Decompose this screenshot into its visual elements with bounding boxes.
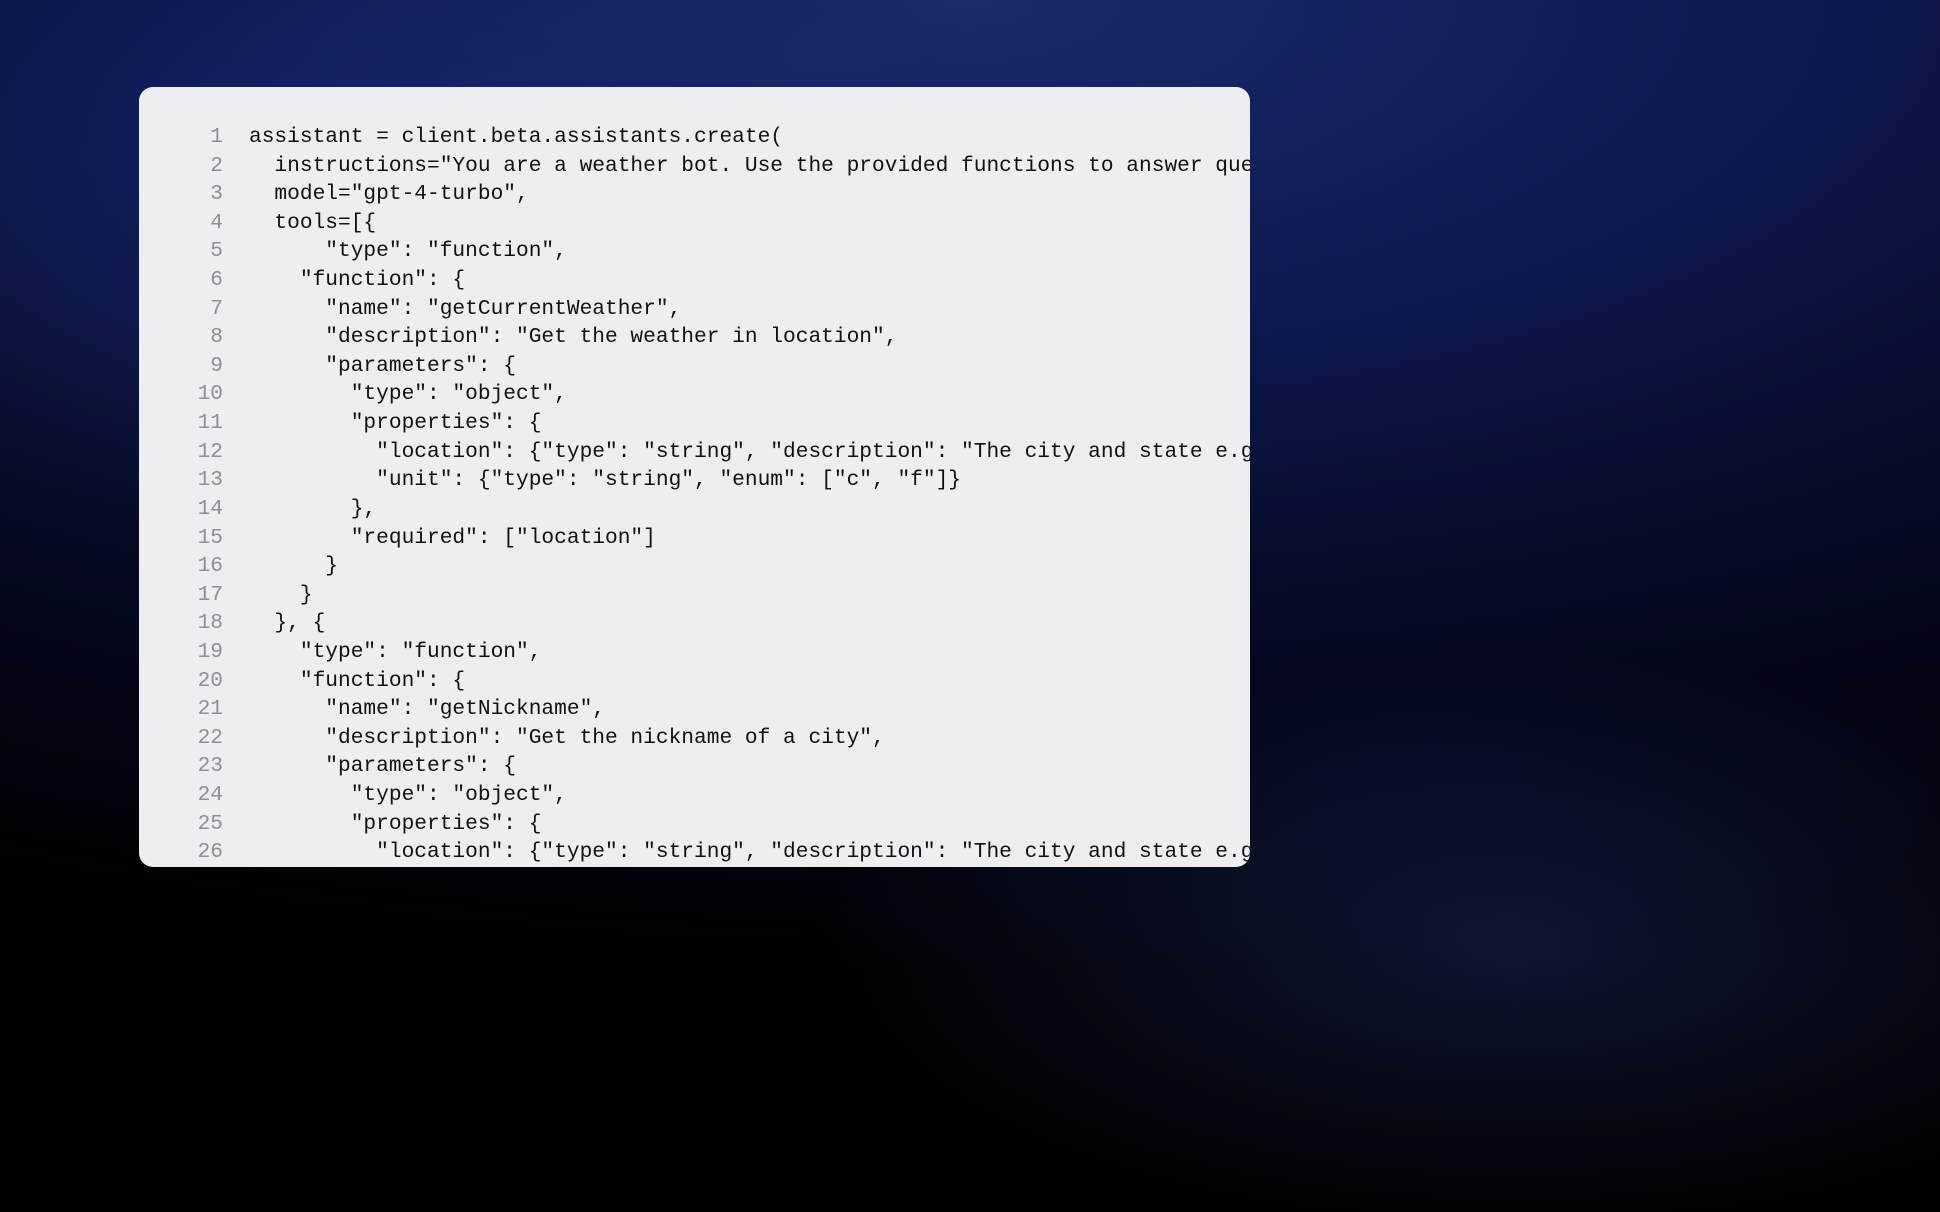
code-line: 22 "description": "Get the nickname of a… [139,724,1250,753]
code-text[interactable]: "function": { [249,667,1250,696]
code-line: 10 "type": "object", [139,380,1250,409]
code-line: 21 "name": "getNickname", [139,695,1250,724]
line-number: 26 [139,838,249,867]
code-line: 6 "function": { [139,266,1250,295]
line-number: 11 [139,409,249,438]
code-line: 1assistant = client.beta.assistants.crea… [139,123,1250,152]
line-number: 12 [139,438,249,467]
line-number: 20 [139,667,249,696]
code-text[interactable]: }, { [249,609,1250,638]
line-number: 3 [139,180,249,209]
line-number: 7 [139,295,249,324]
line-number: 4 [139,209,249,238]
line-number: 8 [139,323,249,352]
code-text[interactable]: "required": ["location"] [249,524,1250,553]
line-number: 22 [139,724,249,753]
code-line: 12 "location": {"type": "string", "descr… [139,438,1250,467]
line-number: 23 [139,752,249,781]
code-text[interactable]: "location": {"type": "string", "descript… [249,438,1250,467]
code-text[interactable]: "name": "getNickname", [249,695,1250,724]
code-line: 17 } [139,581,1250,610]
code-text[interactable]: assistant = client.beta.assistants.creat… [249,123,1250,152]
code-line: 20 "function": { [139,667,1250,696]
line-number: 10 [139,380,249,409]
line-number: 17 [139,581,249,610]
code-line: 4 tools=[{ [139,209,1250,238]
code-text[interactable]: }, [249,495,1250,524]
code-line: 24 "type": "object", [139,781,1250,810]
code-line: 16 } [139,552,1250,581]
code-text[interactable]: } [249,552,1250,581]
code-line: 3 model="gpt-4-turbo", [139,180,1250,209]
code-line: 26 "location": {"type": "string", "descr… [139,838,1250,867]
code-line: 25 "properties": { [139,810,1250,839]
line-number: 14 [139,495,249,524]
code-text[interactable]: "location": {"type": "string", "descript… [249,838,1250,867]
line-number: 6 [139,266,249,295]
code-line: 2 instructions="You are a weather bot. U… [139,152,1250,181]
code-text[interactable]: tools=[{ [249,209,1250,238]
code-text[interactable]: "properties": { [249,409,1250,438]
code-text[interactable]: "description": "Get the weather in locat… [249,323,1250,352]
code-text[interactable]: "type": "object", [249,380,1250,409]
line-number: 5 [139,237,249,266]
code-text[interactable]: "type": "object", [249,781,1250,810]
code-line: 9 "parameters": { [139,352,1250,381]
code-line: 11 "properties": { [139,409,1250,438]
code-text[interactable]: "type": "function", [249,237,1250,266]
code-text[interactable]: } [249,581,1250,610]
code-card: 1assistant = client.beta.assistants.crea… [139,87,1250,867]
code-block[interactable]: 1assistant = client.beta.assistants.crea… [139,123,1250,867]
line-number: 21 [139,695,249,724]
code-line: 18 }, { [139,609,1250,638]
code-line: 15 "required": ["location"] [139,524,1250,553]
line-number: 1 [139,123,249,152]
code-line: 13 "unit": {"type": "string", "enum": ["… [139,466,1250,495]
code-text[interactable]: "name": "getCurrentWeather", [249,295,1250,324]
code-text[interactable]: "parameters": { [249,752,1250,781]
code-text[interactable]: "properties": { [249,810,1250,839]
code-text[interactable]: "type": "function", [249,638,1250,667]
line-number: 18 [139,609,249,638]
line-number: 9 [139,352,249,381]
line-number: 19 [139,638,249,667]
code-text[interactable]: "unit": {"type": "string", "enum": ["c",… [249,466,1250,495]
code-line: 14 }, [139,495,1250,524]
code-text[interactable]: "function": { [249,266,1250,295]
code-text[interactable]: "parameters": { [249,352,1250,381]
line-number: 13 [139,466,249,495]
code-text[interactable]: "description": "Get the nickname of a ci… [249,724,1250,753]
code-text[interactable]: model="gpt-4-turbo", [249,180,1250,209]
line-number: 16 [139,552,249,581]
line-number: 2 [139,152,249,181]
code-line: 5 "type": "function", [139,237,1250,266]
code-line: 7 "name": "getCurrentWeather", [139,295,1250,324]
line-number: 25 [139,810,249,839]
code-line: 8 "description": "Get the weather in loc… [139,323,1250,352]
code-text[interactable]: instructions="You are a weather bot. Use… [249,152,1250,181]
line-number: 24 [139,781,249,810]
code-line: 23 "parameters": { [139,752,1250,781]
code-line: 19 "type": "function", [139,638,1250,667]
line-number: 15 [139,524,249,553]
